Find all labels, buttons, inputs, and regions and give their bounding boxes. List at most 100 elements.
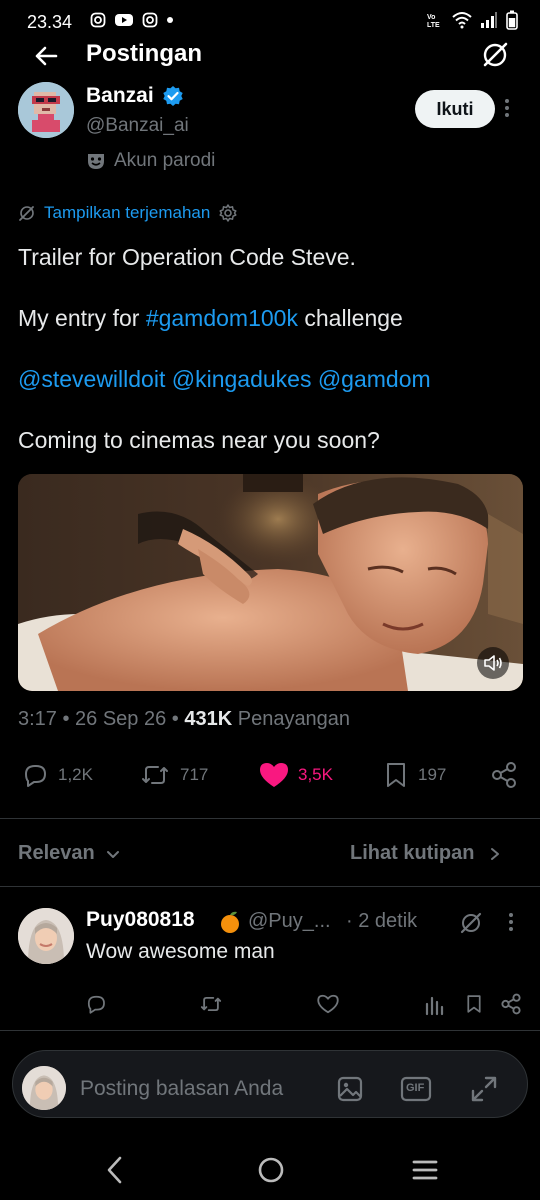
mention-links[interactable]: @stevewilldoit @kingadukes @gamdom	[18, 365, 431, 393]
chevron-right-icon	[491, 847, 500, 860]
repost-button[interactable]: 717	[138, 760, 208, 790]
gif-label: GIF	[406, 1082, 425, 1094]
reply-views-button[interactable]	[424, 992, 444, 1016]
reply-count: 1,2K	[58, 765, 93, 784]
post-video[interactable]	[18, 474, 523, 691]
wifi-icon	[452, 12, 472, 29]
like-button[interactable]: 3,5K	[258, 760, 333, 790]
bookmark-button[interactable]: 197	[382, 760, 446, 790]
reply-author-name-text: Puy080818	[86, 908, 195, 931]
verified-badge-icon	[162, 85, 184, 107]
post-timestamp: 3:17 • 26 Sep 26 •	[18, 708, 185, 730]
reply-repost-button[interactable]	[198, 992, 224, 1016]
repost-count: 717	[180, 765, 209, 784]
reply-more-button[interactable]	[508, 912, 514, 932]
chevron-down-icon	[106, 850, 119, 858]
repost-icon	[200, 996, 222, 1012]
chevron-left-icon	[107, 1156, 122, 1184]
post-text-line: Coming to cinemas near you soon?	[18, 427, 380, 453]
more-vertical-icon	[509, 913, 513, 931]
bookmark-icon	[387, 763, 405, 787]
quotes-label: Lihat kutipan	[350, 842, 475, 864]
view-quotes-link[interactable]: Lihat kutipan	[350, 842, 502, 865]
nav-home-button[interactable]	[256, 1153, 286, 1187]
follow-button[interactable]: Ikuti	[415, 90, 495, 128]
author-avatar[interactable]	[18, 82, 74, 138]
volte-icon: VoLTE	[427, 14, 440, 29]
sort-label: Relevan	[18, 842, 95, 864]
status-app-icons	[90, 12, 174, 28]
reply-author-name[interactable]: Puy080818	[86, 908, 195, 932]
translate-row[interactable]: Tampilkan terjemahan	[18, 203, 238, 223]
status-time: 23.34	[27, 12, 73, 32]
expand-icon	[471, 1076, 497, 1102]
page-title: Postingan	[86, 40, 203, 67]
bookmark-icon	[467, 995, 481, 1013]
bookmark-count: 197	[418, 765, 447, 784]
translate-link[interactable]: Tampilkan terjemahan	[44, 203, 210, 223]
image-icon	[337, 1076, 363, 1102]
add-image-button[interactable]	[336, 1075, 364, 1103]
post-text-line: Trailer for Operation Code Steve.	[18, 244, 356, 270]
add-gif-button[interactable]: GIF	[400, 1075, 432, 1103]
repost-icon	[142, 766, 168, 784]
status-system-icons: Vo LTE	[426, 10, 518, 30]
view-label: Penayangan	[232, 708, 351, 730]
back-button[interactable]	[30, 40, 62, 72]
dot-icon	[167, 17, 173, 23]
arrow-left-icon	[35, 46, 58, 66]
share-icon	[501, 993, 521, 1015]
reply-author-handle[interactable]: @Puy_...	[248, 910, 331, 933]
reply-share-button[interactable]	[500, 992, 522, 1016]
post-meta: 3:17 • 26 Sep 26 • 431K Penayangan	[18, 708, 350, 731]
share-icon	[492, 762, 516, 788]
bar-chart-icon	[425, 996, 444, 1016]
grok-button[interactable]	[480, 40, 510, 70]
battery-icon	[506, 10, 518, 30]
signal-icon	[481, 12, 497, 28]
nav-back-button[interactable]	[104, 1153, 126, 1187]
sort-relevan-dropdown[interactable]: Relevan	[18, 842, 121, 865]
reply-button[interactable]: 1,2K	[20, 760, 93, 790]
post-text-segment: My entry for	[18, 305, 146, 331]
composer-input[interactable]: Posting balasan Anda	[80, 1077, 283, 1101]
like-count: 3,5K	[298, 765, 333, 784]
reply-icon	[87, 995, 105, 1014]
hashtag-link[interactable]: #gamdom100k	[146, 305, 298, 331]
reply-reply-button[interactable]	[84, 992, 108, 1016]
reply-bookmark-button[interactable]	[464, 992, 484, 1016]
svg-text:LTE: LTE	[427, 22, 440, 29]
reply-avatar[interactable]	[18, 908, 74, 964]
post-text-segment: challenge	[297, 305, 403, 331]
reply-icon	[25, 765, 46, 787]
reply-like-button[interactable]	[316, 992, 340, 1016]
heart-icon	[317, 994, 339, 1014]
author-name[interactable]: Banzai	[86, 84, 154, 108]
home-circle-icon	[258, 1157, 284, 1183]
author-handle[interactable]: @Banzai_ai	[86, 115, 189, 137]
more-options-button[interactable]	[504, 98, 510, 118]
expand-composer-button[interactable]	[470, 1075, 498, 1103]
reply-text: Wow awesome man	[86, 940, 275, 963]
view-count: 431K	[184, 708, 233, 730]
divider	[0, 818, 540, 819]
instagram-icon	[142, 12, 158, 28]
gear-icon	[219, 204, 237, 222]
post-text-line: My entry for #gamdom100k challenge	[18, 304, 403, 332]
reply-time: · 2 detik	[346, 910, 418, 932]
youtube-icon	[115, 14, 133, 26]
composer-avatar	[22, 1066, 66, 1110]
reply-grok-button[interactable]	[458, 910, 484, 936]
grok-translate-icon	[19, 206, 34, 221]
nav-recents-button[interactable]	[410, 1153, 440, 1187]
more-vertical-icon	[505, 99, 509, 117]
share-button[interactable]	[490, 760, 518, 790]
instagram-icon	[90, 12, 106, 28]
orange-emoji-icon	[218, 910, 242, 934]
parody-mask-icon	[88, 154, 104, 169]
divider	[0, 1030, 540, 1031]
grok-icon	[483, 42, 508, 67]
parody-label-row: Akun parodi	[86, 150, 215, 172]
divider	[0, 886, 540, 887]
mute-button[interactable]	[477, 647, 509, 679]
